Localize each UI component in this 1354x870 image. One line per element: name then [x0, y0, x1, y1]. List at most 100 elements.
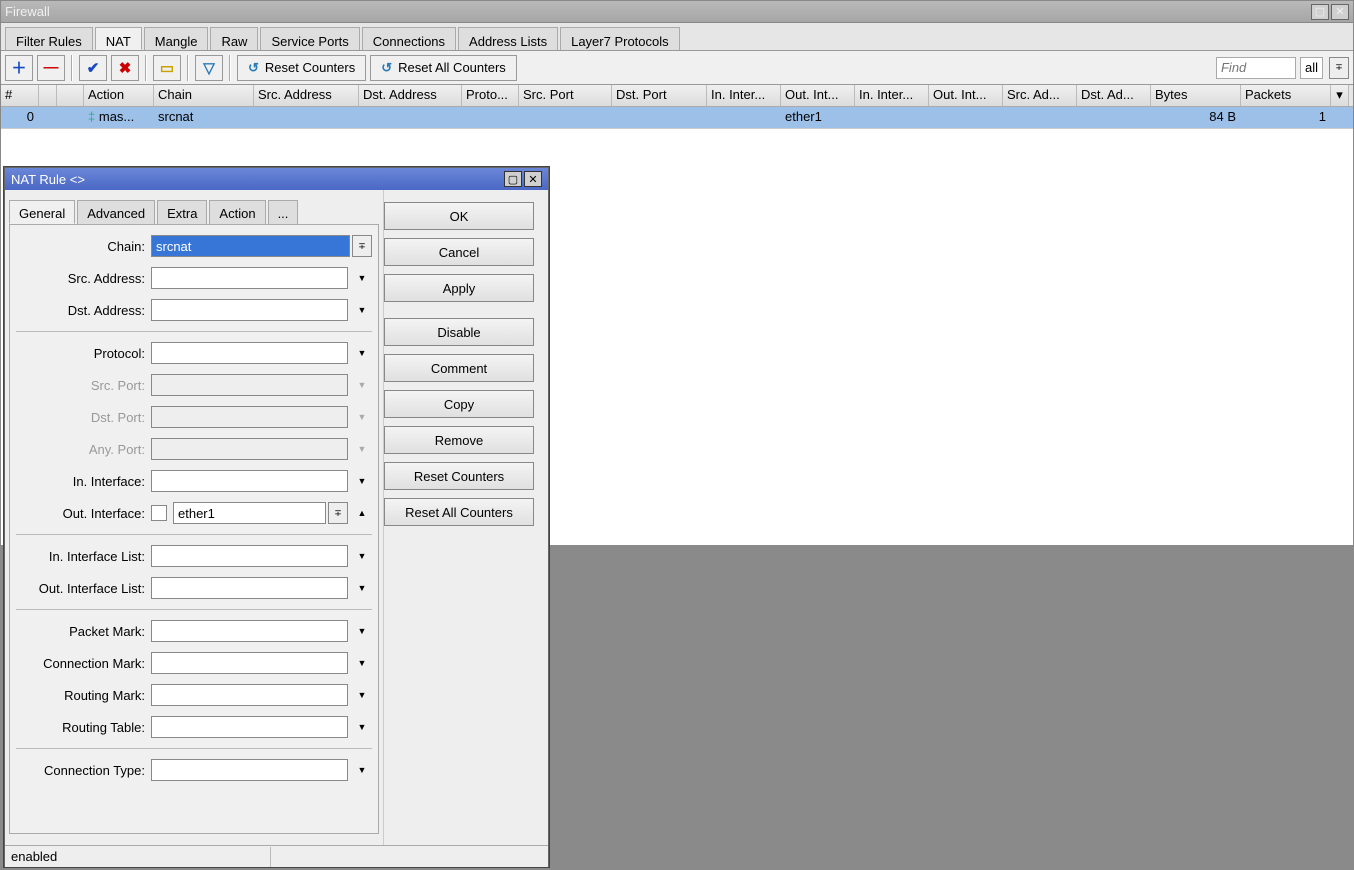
col-chain[interactable]: Chain [154, 85, 254, 106]
disable-icon[interactable]: ✖ [111, 55, 139, 81]
tab-connections[interactable]: Connections [362, 27, 456, 50]
tab-layer7[interactable]: Layer7 Protocols [560, 27, 680, 50]
connection-type-label: Connection Type: [16, 763, 151, 778]
dst-port-expand-icon: ▼ [352, 406, 372, 428]
dialog-tabs: General Advanced Extra Action ... [9, 196, 379, 224]
add-icon[interactable]: ＋ [5, 55, 33, 81]
in-interface-expand-icon[interactable]: ▼ [352, 470, 372, 492]
src-address-expand-icon[interactable]: ▼ [352, 267, 372, 289]
col-src-port[interactable]: Src. Port [519, 85, 612, 106]
remove-icon[interactable]: — [37, 55, 65, 81]
enable-icon[interactable]: ✔ [79, 55, 107, 81]
copy-button[interactable]: Copy [384, 390, 534, 418]
tab-filter-rules[interactable]: Filter Rules [5, 27, 93, 50]
col-blank1[interactable] [39, 85, 57, 106]
chain-label: Chain: [16, 239, 151, 254]
restore-icon[interactable]: ▢ [1311, 4, 1329, 20]
comment-icon[interactable]: ▭ [153, 55, 181, 81]
dlg-tab-more[interactable]: ... [268, 200, 299, 224]
col-menu-icon[interactable]: ▾ [1331, 85, 1349, 106]
col-dst-port[interactable]: Dst. Port [612, 85, 707, 106]
col-action[interactable]: Action [84, 85, 154, 106]
dialog-restore-icon[interactable]: ▢ [504, 171, 522, 187]
routing-mark-label: Routing Mark: [16, 688, 151, 703]
disable-button[interactable]: Disable [384, 318, 534, 346]
dst-address-expand-icon[interactable]: ▼ [352, 299, 372, 321]
dst-address-field[interactable] [151, 299, 348, 321]
find-input[interactable] [1216, 57, 1296, 79]
out-interface-field[interactable]: ether1 [173, 502, 326, 524]
col-dst-addr-list[interactable]: Dst. Ad... [1077, 85, 1151, 106]
reset-counters-button[interactable]: ↺ Reset Counters [237, 55, 366, 81]
col-protocol[interactable]: Proto... [462, 85, 519, 106]
routing-mark-field[interactable] [151, 684, 348, 706]
chain-dropdown-icon[interactable]: ∓ [352, 235, 372, 257]
firewall-titlebar: Firewall ▢ ✕ [1, 1, 1353, 23]
remove-button[interactable]: Remove [384, 426, 534, 454]
table-row[interactable]: 0 ‡ mas... srcnat ether1 84 B 1 [1, 107, 1353, 129]
col-src-addr-list[interactable]: Src. Ad... [1003, 85, 1077, 106]
protocol-field[interactable] [151, 342, 348, 364]
col-packets[interactable]: Packets [1241, 85, 1331, 106]
chain-field[interactable]: srcnat [151, 235, 350, 257]
reset-all-counters-dialog-button[interactable]: Reset All Counters [384, 498, 534, 526]
routing-mark-expand-icon[interactable]: ▼ [352, 684, 372, 706]
apply-button[interactable]: Apply [384, 274, 534, 302]
col-src-address[interactable]: Src. Address [254, 85, 359, 106]
out-interface-collapse-icon[interactable]: ▲ [352, 502, 372, 524]
connection-type-field[interactable] [151, 759, 348, 781]
tab-address-lists[interactable]: Address Lists [458, 27, 558, 50]
tab-service-ports[interactable]: Service Ports [260, 27, 359, 50]
connection-mark-expand-icon[interactable]: ▼ [352, 652, 372, 674]
dlg-tab-extra[interactable]: Extra [157, 200, 207, 224]
reset-icon: ↺ [248, 60, 259, 76]
dlg-tab-action[interactable]: Action [209, 200, 265, 224]
col-bytes[interactable]: Bytes [1151, 85, 1241, 106]
dialog-status-bar: enabled [5, 845, 548, 867]
in-interface-list-field[interactable] [151, 545, 348, 567]
col-in-iface-list[interactable]: In. Inter... [855, 85, 929, 106]
in-interface-field[interactable] [151, 470, 348, 492]
close-icon[interactable]: ✕ [1331, 4, 1349, 20]
filter-select[interactable]: all [1300, 57, 1323, 79]
tab-nat[interactable]: NAT [95, 27, 142, 50]
routing-table-expand-icon[interactable]: ▼ [352, 716, 372, 738]
col-index[interactable]: # [1, 85, 39, 106]
dialog-buttons: OK Cancel Apply Disable Comment Copy Rem… [383, 190, 548, 845]
in-interface-list-expand-icon[interactable]: ▼ [352, 545, 372, 567]
tab-mangle[interactable]: Mangle [144, 27, 209, 50]
packet-mark-field[interactable] [151, 620, 348, 642]
col-out-iface-list[interactable]: Out. Int... [929, 85, 1003, 106]
cancel-button[interactable]: Cancel [384, 238, 534, 266]
dialog-title: NAT Rule <> [11, 172, 85, 187]
cell-out-iface: ether1 [781, 107, 855, 128]
filter-select-arrow[interactable]: ∓ [1329, 57, 1349, 79]
reset-counters-dialog-button[interactable]: Reset Counters [384, 462, 534, 490]
cell-chain: srcnat [154, 107, 254, 128]
dlg-tab-general[interactable]: General [9, 200, 75, 224]
ok-button[interactable]: OK [384, 202, 534, 230]
reset-all-counters-button[interactable]: ↺ Reset All Counters [370, 55, 517, 81]
src-address-field[interactable] [151, 267, 348, 289]
connection-mark-field[interactable] [151, 652, 348, 674]
col-dst-address[interactable]: Dst. Address [359, 85, 462, 106]
dlg-tab-advanced[interactable]: Advanced [77, 200, 155, 224]
dialog-titlebar: NAT Rule <> ▢ ✕ [5, 168, 548, 190]
col-in-iface[interactable]: In. Inter... [707, 85, 781, 106]
col-blank2[interactable] [57, 85, 84, 106]
out-interface-dropdown-icon[interactable]: ∓ [328, 502, 348, 524]
dialog-close-icon[interactable]: ✕ [524, 171, 542, 187]
connection-type-expand-icon[interactable]: ▼ [352, 759, 372, 781]
out-interface-list-field[interactable] [151, 577, 348, 599]
packet-mark-expand-icon[interactable]: ▼ [352, 620, 372, 642]
out-interface-list-expand-icon[interactable]: ▼ [352, 577, 372, 599]
routing-table-field[interactable] [151, 716, 348, 738]
protocol-expand-icon[interactable]: ▼ [352, 342, 372, 364]
comment-button[interactable]: Comment [384, 354, 534, 382]
dst-port-label: Dst. Port: [16, 410, 151, 425]
tab-raw[interactable]: Raw [210, 27, 258, 50]
table-header: # Action Chain Src. Address Dst. Address… [1, 85, 1353, 107]
filter-icon[interactable]: ▽ [195, 55, 223, 81]
out-interface-invert-checkbox[interactable] [151, 505, 167, 521]
col-out-iface[interactable]: Out. Int... [781, 85, 855, 106]
